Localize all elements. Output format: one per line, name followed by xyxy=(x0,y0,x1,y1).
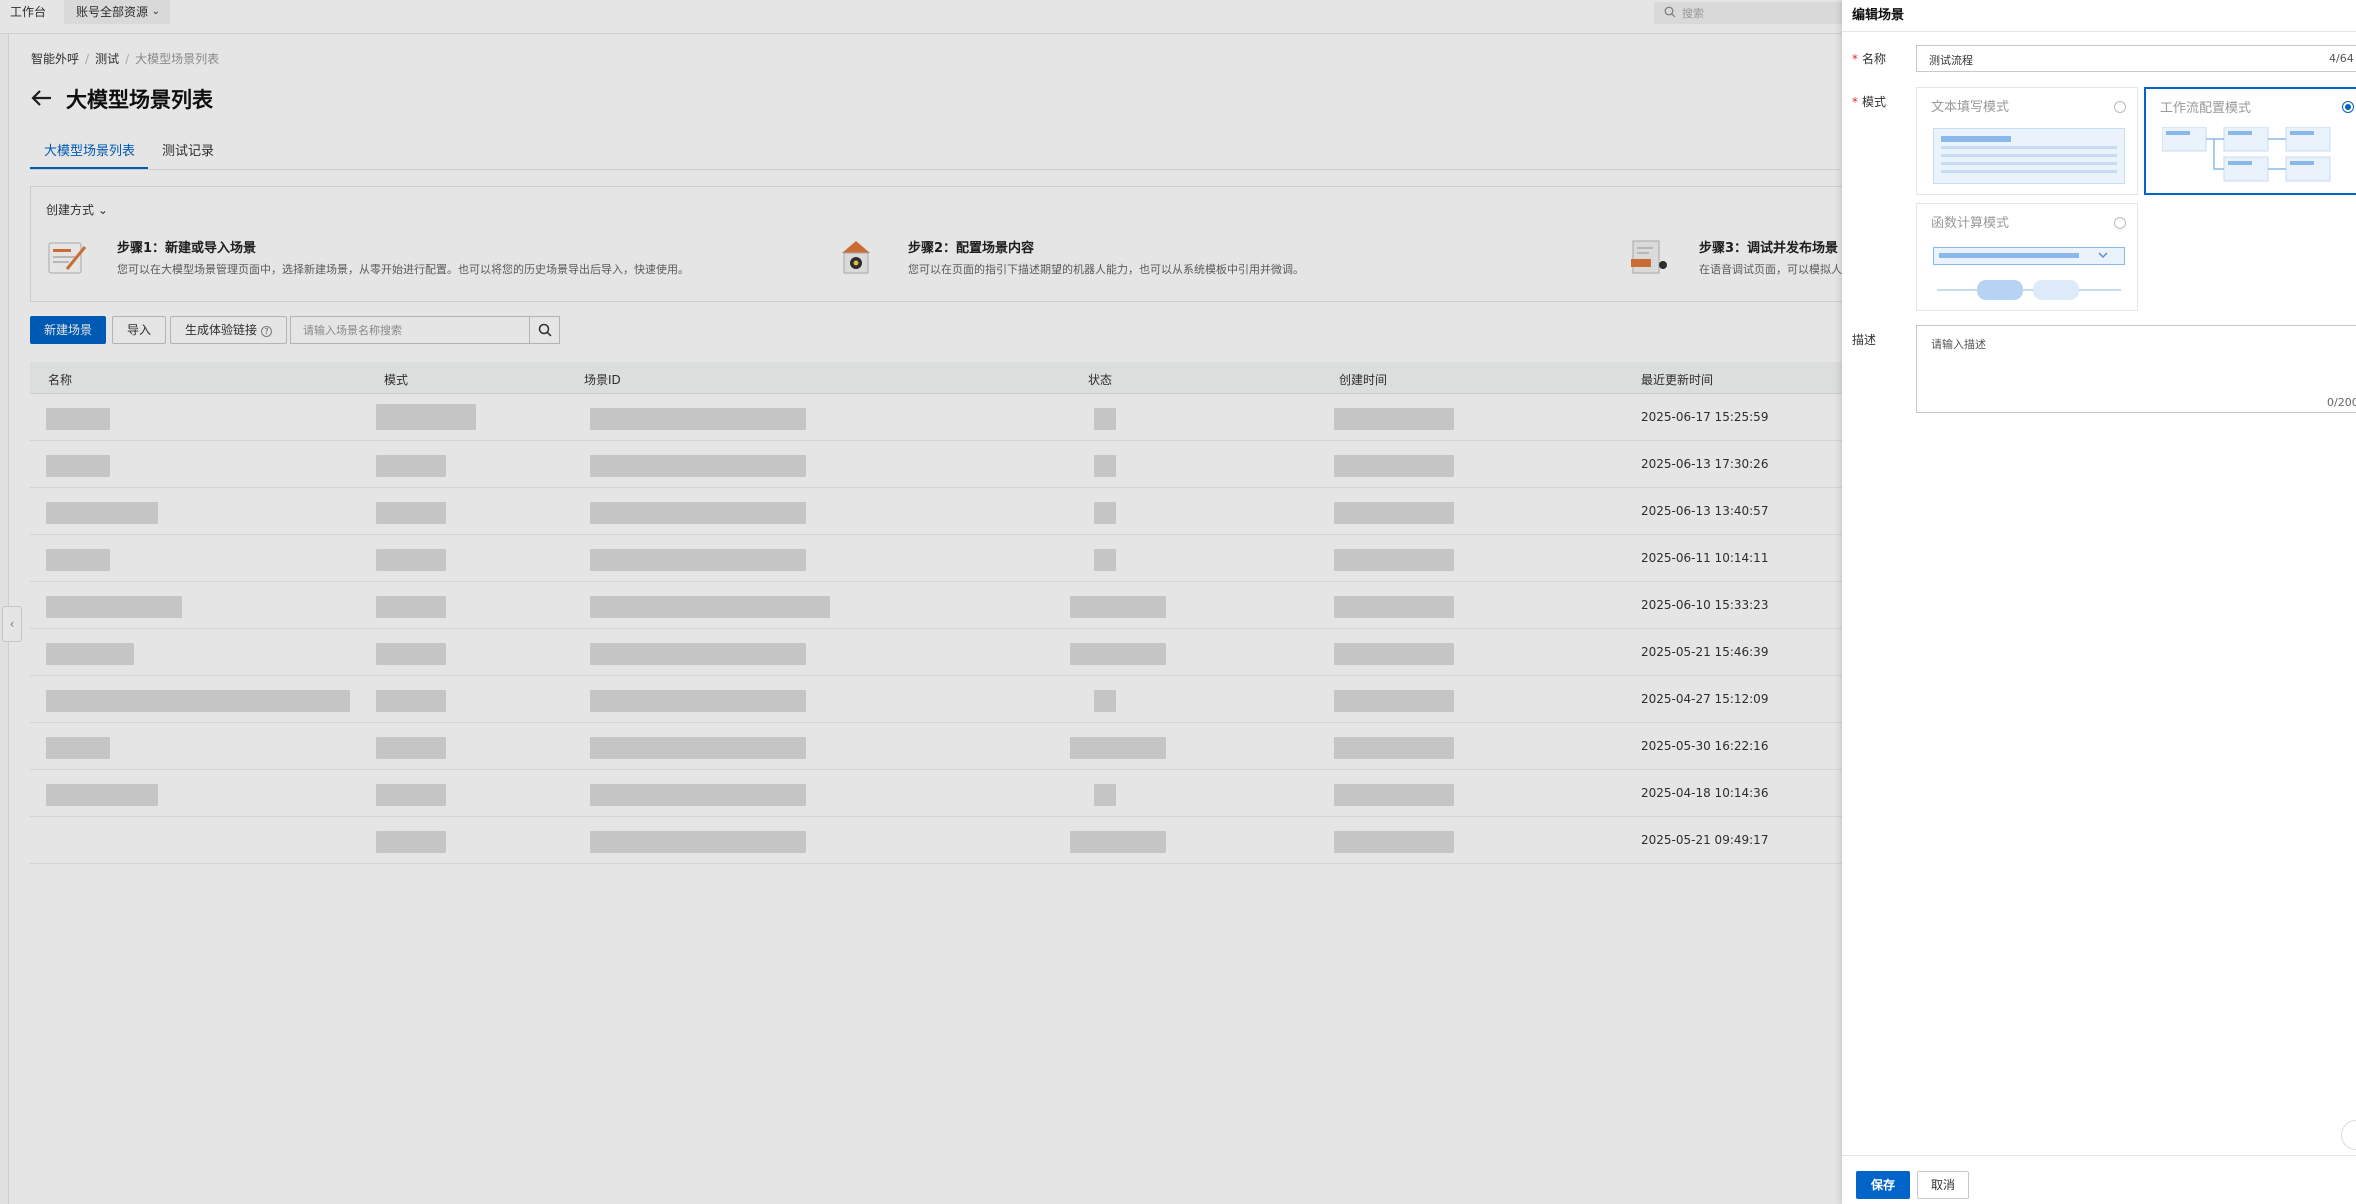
workflow-mode-illustration xyxy=(2162,127,2331,182)
mode-card-label: 文本填写模式 xyxy=(1931,100,2010,115)
edit-scene-drawer: 编辑场景 * 名称 测试流程 4/64 * 模式 文本填写模式 工作流配置模式 xyxy=(1842,0,2356,1204)
drawer-footer: 保存 取消 xyxy=(1842,1155,2356,1204)
name-input[interactable]: 测试流程 4/64 xyxy=(1916,45,2356,72)
floating-assistant-button[interactable] xyxy=(2341,1120,2356,1150)
mode-radio-text[interactable] xyxy=(2114,101,2126,113)
name-label-text: 名称 xyxy=(1862,52,1887,66)
description-field-label: 描述 xyxy=(1852,331,1876,348)
drawer-title: 编辑场景 xyxy=(1852,8,1905,23)
function-mode-illustration xyxy=(1933,247,2125,300)
description-textarea[interactable] xyxy=(1917,326,2356,412)
modal-backdrop[interactable] xyxy=(0,0,1842,1204)
mode-label-text: 模式 xyxy=(1862,95,1887,109)
mode-card-workflow[interactable]: 工作流配置模式 xyxy=(2144,87,2356,195)
name-field-label: * 名称 xyxy=(1852,50,1886,67)
mode-card-function[interactable]: 函数计算模式 xyxy=(1916,203,2138,311)
text-mode-illustration xyxy=(1933,128,2125,184)
save-button[interactable]: 保存 xyxy=(1856,1171,1910,1199)
required-mark: * xyxy=(1852,52,1858,66)
required-mark: * xyxy=(1852,95,1858,109)
mode-radio-workflow[interactable] xyxy=(2342,101,2354,113)
mode-card-label: 工作流配置模式 xyxy=(2160,101,2252,116)
mode-field-label: * 模式 xyxy=(1852,93,1886,110)
cancel-button[interactable]: 取消 xyxy=(1917,1171,1969,1199)
description-label-text: 描述 xyxy=(1852,333,1877,347)
name-char-count: 4/64 xyxy=(2329,52,2354,65)
mode-radio-function[interactable] xyxy=(2114,217,2126,229)
description-box: 0/2000 xyxy=(1916,325,2356,413)
mode-card-text[interactable]: 文本填写模式 xyxy=(1916,87,2138,195)
name-input-value: 测试流程 xyxy=(1929,54,1973,67)
description-char-count: 0/2000 xyxy=(2327,396,2356,409)
mode-card-label: 函数计算模式 xyxy=(1931,216,2010,231)
drawer-header: 编辑场景 xyxy=(1842,0,2356,32)
